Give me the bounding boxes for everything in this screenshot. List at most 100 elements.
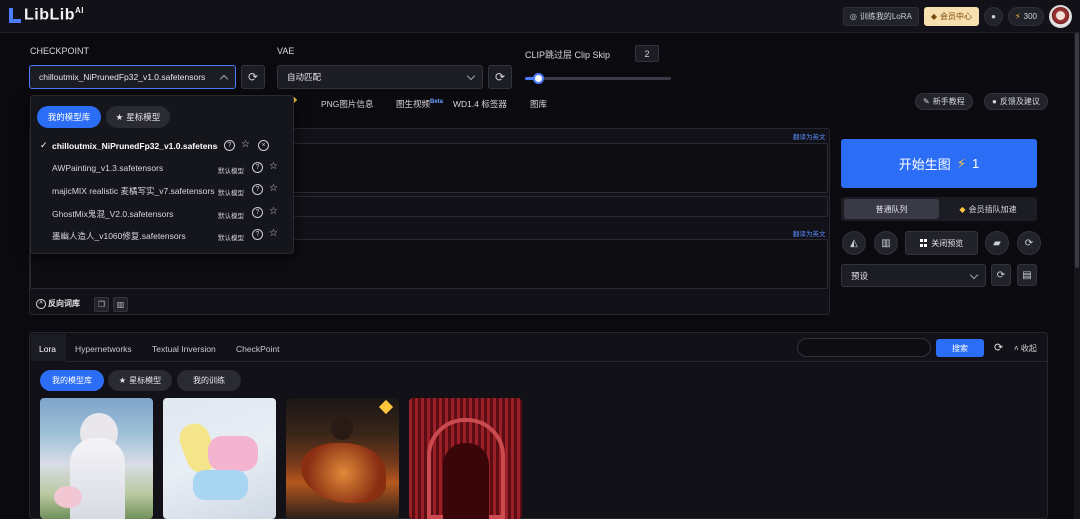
collapse-button[interactable]: ˄ 收起	[1014, 343, 1037, 354]
chevron-down-icon	[466, 71, 476, 81]
vae-refresh-button[interactable]: ⟳	[488, 65, 512, 89]
dropdown-item[interactable]: majicMIX realistic 麦橘写实_v7.safetensors 默…	[36, 181, 292, 201]
checkpoint-refresh-button[interactable]: ⟳	[241, 65, 265, 89]
star-icon: ★	[115, 111, 124, 122]
model-card[interactable]	[286, 398, 399, 519]
generate-label: 开始生图	[898, 157, 951, 172]
default-model-tag: 默认模型	[218, 190, 244, 197]
copy-button[interactable]: ❐	[94, 297, 109, 312]
normal-queue-button[interactable]: 普通队列	[844, 199, 939, 219]
vip-queue-label: 会员插队加速	[968, 204, 1017, 214]
help-icon[interactable]: ?	[252, 162, 263, 173]
collapse-label: 收起	[1020, 344, 1037, 353]
help-icon[interactable]: ?	[224, 140, 235, 151]
dropdown-item[interactable]: GhostMix鬼混_V2.0.safetensors 默认模型 ? ☆	[36, 204, 292, 224]
model-card[interactable]	[163, 398, 276, 519]
dropdown-item[interactable]: AWPainting_v1.3.safetensors 默认模型 ? ☆	[36, 159, 292, 179]
default-model-tag: 默认模型	[218, 235, 244, 242]
lora-tab-my-models[interactable]: 我的模型库	[40, 370, 104, 391]
dropdown-tab-starred-label: 星标模型	[126, 112, 161, 122]
copy-icon: ❐	[97, 300, 106, 309]
vae-select[interactable]: 自动匹配	[277, 65, 483, 89]
tutorial-label: 新手教程	[932, 97, 965, 106]
model-card[interactable]	[40, 398, 153, 519]
feedback-button[interactable]: ● 反馈及建议	[984, 93, 1048, 110]
dropdown-tab-my-models[interactable]: 我的模型库	[37, 106, 101, 128]
logo-mark-icon	[9, 6, 21, 24]
preset-refresh-button[interactable]: ⟳	[991, 264, 1011, 286]
trash-icon: ▥	[116, 300, 125, 309]
tab-png-info[interactable]: PNG图片信息	[321, 98, 373, 110]
help-icon[interactable]: ?	[252, 184, 263, 195]
send-button[interactable]: ◭	[842, 231, 866, 255]
tab-textual-inversion[interactable]: Textual Inversion	[152, 344, 216, 354]
tab-gallery[interactable]: 图库	[530, 98, 547, 110]
folder-icon: ▰	[993, 237, 1001, 249]
preset-select[interactable]: 预设	[841, 264, 986, 287]
translate-negative-link[interactable]: 翻译为英文	[793, 228, 826, 238]
vip-queue-button[interactable]: ◆ 会员插队加速	[942, 199, 1034, 219]
vip-center-button[interactable]: ◆ 会员中心	[923, 7, 980, 26]
tab-divider	[66, 361, 1047, 362]
dropdown-item[interactable]: 墨幽人造人_v1060修复.safetensors 默认模型 ? ☆	[36, 226, 292, 246]
tab-img-to-video[interactable]: 图生视频Beta	[396, 98, 443, 110]
checkpoint-value: chilloutmix_NiPrunedFp32_v1.0.safetensor…	[39, 72, 206, 82]
chevron-up-icon	[219, 74, 229, 84]
close-preview-button[interactable]: 关闭预览	[905, 231, 978, 255]
trash-button[interactable]: ▥	[113, 297, 128, 312]
lora-tab-starred[interactable]: ★ 星标模型	[108, 370, 172, 391]
generate-button[interactable]: 开始生图 ⚡ 1	[841, 139, 1037, 188]
refresh-icon: ⟳	[247, 70, 259, 84]
clip-skip-label: CLIP跳过层 Clip Skip	[525, 50, 611, 60]
preset-save-button[interactable]: ▤	[1017, 264, 1037, 286]
clip-skip-slider-track[interactable]	[525, 77, 671, 80]
refresh-icon: ⟳	[1024, 237, 1034, 249]
dropdown-tab-starred[interactable]: ★ 星标模型	[106, 106, 170, 128]
search-button[interactable]: 搜索	[936, 339, 984, 357]
avatar[interactable]	[1049, 5, 1072, 28]
preset-value: 预设	[851, 270, 869, 281]
points-badge[interactable]: ⚡ 300	[1008, 7, 1044, 26]
chat-icon: ●	[992, 97, 997, 106]
reset-button[interactable]: ⟳	[1017, 231, 1041, 255]
tab-hypernetworks[interactable]: Hypernetworks	[75, 344, 132, 354]
lora-tab-my-training[interactable]: 我的训练	[177, 370, 241, 391]
star-icon[interactable]: ☆	[269, 228, 278, 239]
logo-text: LibLibAI	[24, 6, 84, 24]
star-icon[interactable]: ☆	[269, 206, 278, 217]
clip-skip-slider-handle[interactable]	[532, 73, 544, 84]
refresh-icon[interactable]: ⟳	[994, 341, 1003, 354]
negative-lib-toggle[interactable]: ^ 反向词库	[36, 298, 80, 309]
bolt-icon: ⚡	[956, 155, 966, 171]
dropdown-item[interactable]: ✓ chilloutmix_NiPrunedFp32_v1.0.safetens…	[36, 137, 292, 157]
dropdown-item-name: chilloutmix_NiPrunedFp32_v1.0.safetensor…	[52, 141, 218, 151]
help-icon[interactable]: ?	[252, 229, 263, 240]
vae-value: 自动匹配	[287, 72, 322, 82]
delete-button[interactable]: ▥	[874, 231, 898, 255]
star-icon[interactable]: ☆	[269, 161, 278, 172]
tab-checkpoint[interactable]: CheckPoint	[236, 344, 279, 354]
star-icon[interactable]: ☆	[241, 139, 250, 150]
logo[interactable]: LibLibAI	[9, 6, 84, 24]
card-arch-inner	[443, 443, 489, 519]
close-icon[interactable]: ×	[258, 140, 269, 151]
message-button[interactable]: ●	[984, 7, 1004, 26]
trash-icon: ▥	[881, 237, 891, 249]
card-dress	[70, 438, 125, 519]
clip-skip-value[interactable]: 2	[635, 45, 659, 62]
folder-button[interactable]: ▰	[985, 231, 1009, 255]
model-search-input[interactable]	[797, 338, 931, 357]
tab-lora[interactable]: Lora	[39, 344, 56, 354]
help-icon[interactable]: ?	[252, 207, 263, 218]
tab-wd14-tagger[interactable]: WD1.4 标签器	[453, 98, 507, 110]
model-card[interactable]	[409, 398, 522, 519]
tutorial-button[interactable]: ✎ 新手教程	[915, 93, 973, 110]
translate-positive-link[interactable]: 翻译为英文	[793, 131, 826, 141]
checkpoint-select[interactable]: chilloutmix_NiPrunedFp32_v1.0.safetensor…	[29, 65, 236, 89]
train-lora-button[interactable]: ◎ 训练我的LoRA	[842, 7, 919, 26]
star-icon[interactable]: ☆	[269, 183, 278, 194]
close-preview-label: 关闭预览	[931, 238, 964, 248]
scrollbar-thumb[interactable]	[1075, 33, 1079, 268]
card-shape	[208, 436, 258, 471]
chevron-up-circle-icon: ^	[36, 298, 46, 309]
